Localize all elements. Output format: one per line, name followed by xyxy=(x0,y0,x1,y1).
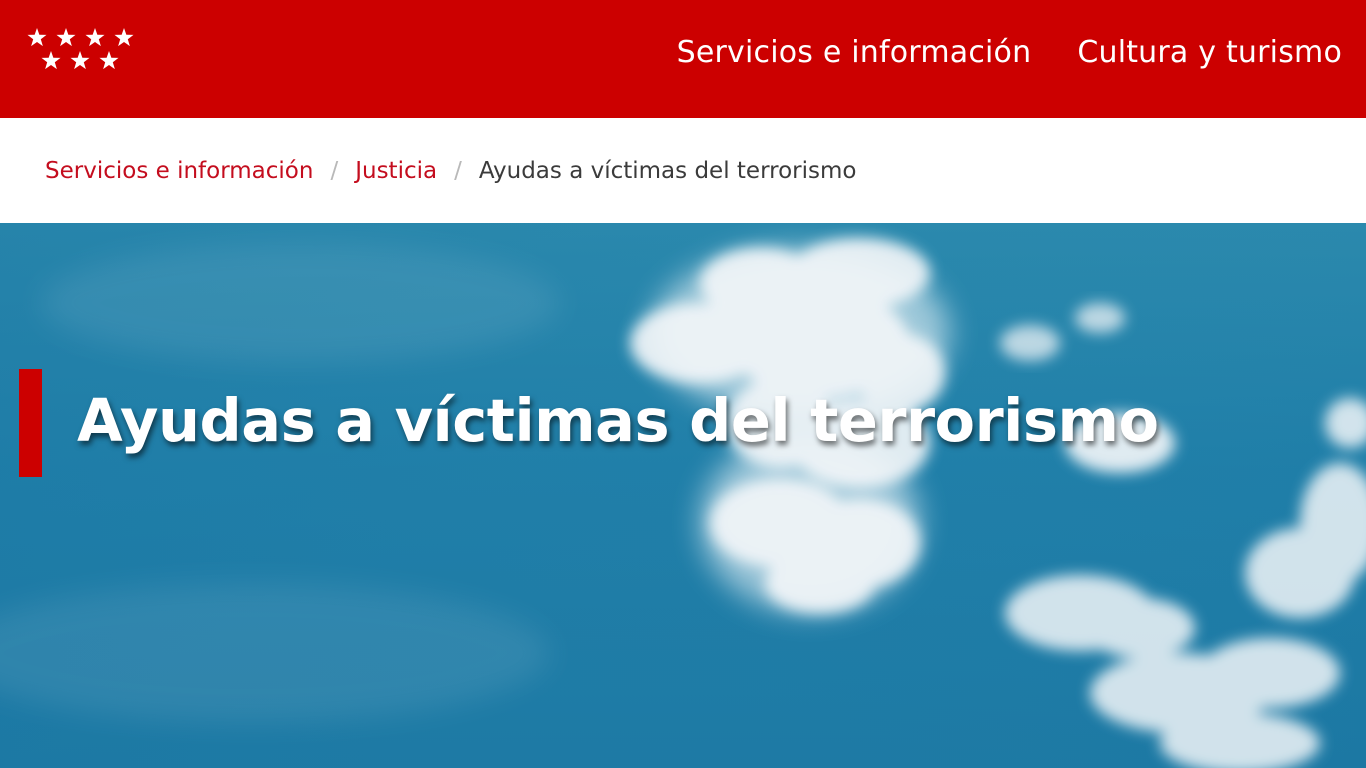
main-navigation: Servicios e información Cultura y turism… xyxy=(677,30,1342,74)
title-accent-bar xyxy=(19,369,42,477)
nav-servicios-informacion[interactable]: Servicios e información xyxy=(677,35,1032,70)
page-title: Ayudas a víctimas del terrorismo xyxy=(77,386,1159,455)
breadcrumb-servicios-informacion[interactable]: Servicios e información xyxy=(45,158,313,184)
hero-banner: Ayudas a víctimas del terrorismo xyxy=(0,223,1366,768)
breadcrumb-separator: / xyxy=(330,157,339,184)
breadcrumb-justicia[interactable]: Justicia xyxy=(355,158,437,184)
breadcrumb-current-page: Ayudas a víctimas del terrorismo xyxy=(478,157,857,184)
comunidad-madrid-logo-icon xyxy=(27,28,134,70)
site-header: Servicios e información Cultura y turism… xyxy=(0,0,1366,118)
breadcrumb: Servicios e información / Justicia / Ayu… xyxy=(45,118,856,223)
sky-clouds-image xyxy=(0,223,1366,768)
nav-cultura-turismo[interactable]: Cultura y turismo xyxy=(1077,35,1342,70)
breadcrumb-separator: / xyxy=(454,157,462,184)
breadcrumb-bar: Servicios e información / Justicia / Ayu… xyxy=(0,118,1366,223)
